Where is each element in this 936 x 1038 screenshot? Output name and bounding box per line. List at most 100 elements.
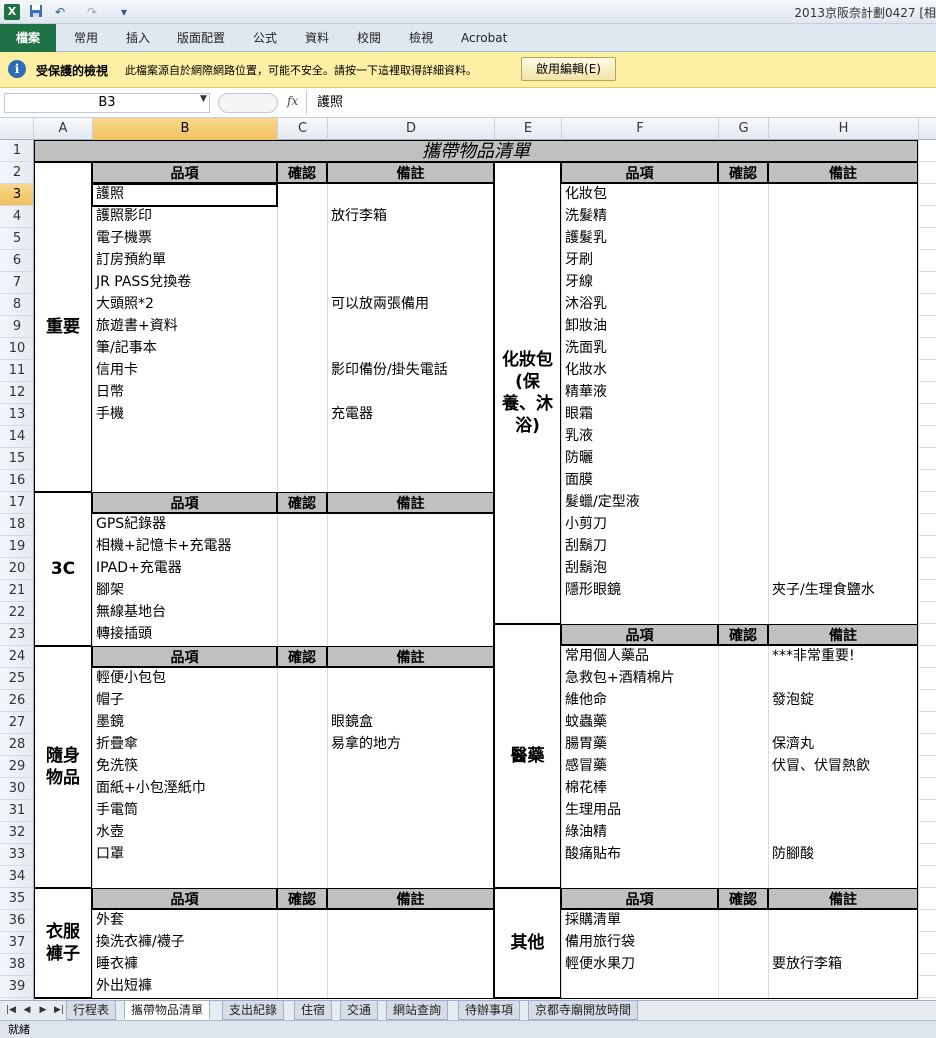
row-header[interactable]: 1 bbox=[0, 140, 33, 162]
check-cell[interactable] bbox=[278, 602, 327, 624]
note-cell[interactable] bbox=[328, 844, 494, 866]
check-cell[interactable] bbox=[278, 668, 327, 690]
note-cell[interactable] bbox=[328, 822, 494, 844]
check-cell[interactable] bbox=[719, 206, 768, 228]
note-cell[interactable]: 保濟丸 bbox=[769, 734, 918, 756]
row-header[interactable]: 27 bbox=[0, 712, 33, 734]
check-cell[interactable] bbox=[278, 778, 327, 800]
check-cell[interactable] bbox=[719, 580, 768, 602]
check-cell[interactable] bbox=[719, 558, 768, 580]
item-cell[interactable]: 護照 bbox=[93, 184, 277, 206]
item-cell[interactable] bbox=[93, 448, 277, 470]
check-cell[interactable] bbox=[719, 316, 768, 338]
check-cell[interactable] bbox=[278, 954, 327, 976]
check-cell[interactable] bbox=[278, 844, 327, 866]
item-cell[interactable]: 免洗筷 bbox=[93, 756, 277, 778]
item-cell[interactable]: 卸妝油 bbox=[562, 316, 718, 338]
item-cell[interactable]: 墨鏡 bbox=[93, 712, 277, 734]
check-cell[interactable] bbox=[719, 448, 768, 470]
header-item[interactable]: 品項 bbox=[92, 162, 277, 184]
formula-input[interactable]: 護照 bbox=[306, 91, 936, 115]
item-cell[interactable]: 大頭照*2 bbox=[93, 294, 277, 316]
note-cell[interactable]: 充電器 bbox=[328, 404, 494, 426]
tab-view[interactable]: 檢視 bbox=[409, 24, 433, 52]
item-cell[interactable]: 維他命 bbox=[562, 690, 718, 712]
item-cell[interactable]: 折疊傘 bbox=[93, 734, 277, 756]
header-check[interactable]: 確認 bbox=[718, 162, 768, 184]
sheet-tab-websites[interactable]: 網站查詢 bbox=[386, 1001, 449, 1020]
note-cell[interactable]: 影印備份/掛失電話 bbox=[328, 360, 494, 382]
item-cell[interactable]: 面紙+小包溼紙巾 bbox=[93, 778, 277, 800]
item-cell[interactable]: 手電筒 bbox=[93, 800, 277, 822]
header-check[interactable]: 確認 bbox=[718, 624, 768, 646]
note-cell[interactable]: ***非常重要! bbox=[769, 646, 918, 668]
header-check[interactable]: 確認 bbox=[277, 492, 327, 514]
check-cell[interactable] bbox=[278, 426, 327, 448]
check-cell[interactable] bbox=[278, 272, 327, 294]
note-cell[interactable] bbox=[769, 668, 918, 690]
check-cell[interactable] bbox=[719, 272, 768, 294]
header-note[interactable]: 備註 bbox=[768, 888, 918, 910]
header-note[interactable]: 備註 bbox=[768, 162, 918, 184]
name-box[interactable]: B3 bbox=[4, 93, 210, 113]
item-cell[interactable]: 常用個人藥品 bbox=[562, 646, 718, 668]
note-cell[interactable] bbox=[328, 272, 494, 294]
note-cell[interactable] bbox=[769, 184, 918, 206]
note-cell[interactable] bbox=[769, 536, 918, 558]
item-cell[interactable]: 電子機票 bbox=[93, 228, 277, 250]
note-cell[interactable] bbox=[328, 228, 494, 250]
note-cell[interactable] bbox=[328, 536, 494, 558]
note-cell[interactable] bbox=[328, 316, 494, 338]
check-cell[interactable] bbox=[278, 404, 327, 426]
column-header-h[interactable]: H bbox=[769, 118, 919, 140]
item-cell[interactable]: 外出短褲 bbox=[93, 976, 277, 998]
note-cell[interactable] bbox=[769, 712, 918, 734]
item-cell[interactable]: 輕便水果刀 bbox=[562, 954, 718, 976]
category-cell[interactable]: 醫藥 bbox=[494, 624, 561, 888]
check-cell[interactable] bbox=[719, 712, 768, 734]
item-cell[interactable]: 乳液 bbox=[562, 426, 718, 448]
category-cell[interactable]: 其他 bbox=[494, 888, 561, 998]
row-header[interactable]: 3 bbox=[0, 184, 33, 206]
check-cell[interactable] bbox=[278, 580, 327, 602]
check-cell[interactable] bbox=[278, 338, 327, 360]
item-cell[interactable]: 急救包+酒精棉片 bbox=[562, 668, 718, 690]
previous-sheet-icon[interactable]: ◀ bbox=[20, 1003, 34, 1017]
note-cell[interactable] bbox=[328, 624, 494, 646]
item-cell[interactable] bbox=[93, 470, 277, 492]
note-cell[interactable]: 眼鏡盒 bbox=[328, 712, 494, 734]
redo-icon[interactable]: ↷ bbox=[84, 4, 100, 20]
category-cell[interactable]: 重要 bbox=[34, 162, 92, 492]
note-cell[interactable] bbox=[769, 866, 918, 888]
check-cell[interactable] bbox=[719, 932, 768, 954]
sheet-tab-todo[interactable]: 待辦事項 bbox=[458, 1001, 521, 1020]
first-sheet-icon[interactable]: |◀ bbox=[4, 1003, 18, 1017]
tab-review[interactable]: 校閱 bbox=[357, 24, 381, 52]
note-cell[interactable] bbox=[769, 778, 918, 800]
column-header-a[interactable]: A bbox=[34, 118, 93, 140]
item-cell[interactable]: 轉接插頭 bbox=[93, 624, 277, 646]
column-header-c[interactable]: C bbox=[278, 118, 328, 140]
last-sheet-icon[interactable]: ▶| bbox=[52, 1003, 66, 1017]
save-icon[interactable] bbox=[28, 4, 44, 20]
header-item[interactable]: 品項 bbox=[561, 624, 718, 646]
category-cell[interactable]: 隨身物品 bbox=[34, 646, 92, 888]
header-check[interactable]: 確認 bbox=[277, 646, 327, 668]
row-header[interactable]: 23 bbox=[0, 624, 33, 646]
item-cell[interactable] bbox=[93, 866, 277, 888]
note-cell[interactable]: 要放行李箱 bbox=[769, 954, 918, 976]
row-header[interactable]: 33 bbox=[0, 844, 33, 866]
check-cell[interactable] bbox=[719, 910, 768, 932]
item-cell[interactable] bbox=[93, 426, 277, 448]
check-cell[interactable] bbox=[719, 294, 768, 316]
check-cell[interactable] bbox=[719, 404, 768, 426]
header-note[interactable]: 備註 bbox=[327, 162, 494, 184]
sheet-tab-lodging[interactable]: 住宿 bbox=[294, 1001, 333, 1020]
item-cell[interactable]: 護髮乳 bbox=[562, 228, 718, 250]
note-cell[interactable] bbox=[328, 932, 494, 954]
check-cell[interactable] bbox=[278, 250, 327, 272]
note-cell[interactable] bbox=[328, 668, 494, 690]
sheet-title[interactable]: 攜帶物品清單 bbox=[34, 140, 918, 162]
note-cell[interactable] bbox=[328, 976, 494, 998]
note-cell[interactable] bbox=[769, 272, 918, 294]
